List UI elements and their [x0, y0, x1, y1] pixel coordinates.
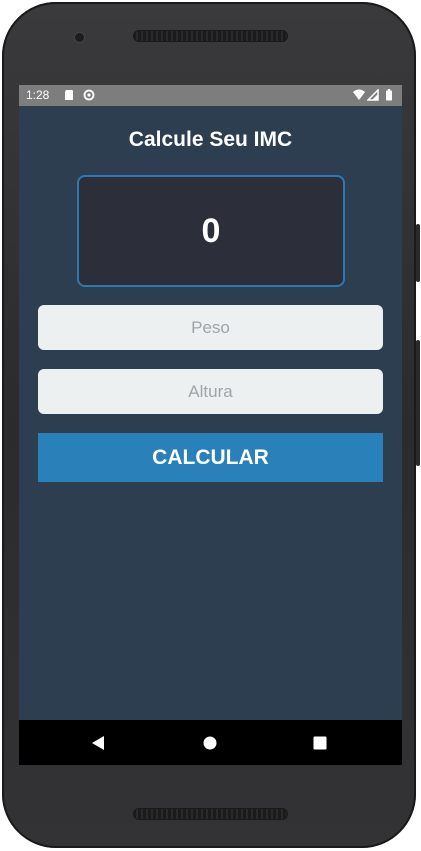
home-button[interactable]	[195, 720, 225, 765]
top-speaker	[133, 30, 288, 42]
battery-icon	[386, 89, 392, 101]
screen: 1:28 Calcule Seu IMC 0 Peso Altura CALCU…	[19, 85, 402, 765]
power-button	[416, 340, 420, 466]
navigation-bar	[19, 720, 402, 765]
result-display: 0	[77, 175, 345, 287]
sync-icon	[83, 89, 95, 101]
phone-frame: 1:28 Calcule Seu IMC 0 Peso Altura CALCU…	[2, 2, 420, 848]
recents-icon	[313, 736, 327, 749]
bottom-speaker	[133, 808, 288, 820]
status-bar: 1:28	[19, 85, 402, 106]
calculate-button[interactable]: CALCULAR	[38, 433, 383, 482]
result-value: 0	[201, 211, 221, 250]
peso-input[interactable]	[38, 305, 383, 350]
recents-button[interactable]	[305, 720, 335, 765]
wifi-icon	[353, 89, 365, 100]
back-icon	[92, 735, 104, 750]
sd-card-icon	[65, 90, 73, 100]
signal-icon	[367, 89, 379, 101]
front-camera	[75, 33, 84, 42]
volume-button	[416, 224, 420, 282]
home-icon	[203, 736, 217, 749]
altura-input[interactable]	[38, 369, 383, 414]
page-title: Calcule Seu IMC	[128, 128, 293, 151]
back-button[interactable]	[83, 720, 113, 765]
status-time: 1:28	[26, 88, 50, 102]
